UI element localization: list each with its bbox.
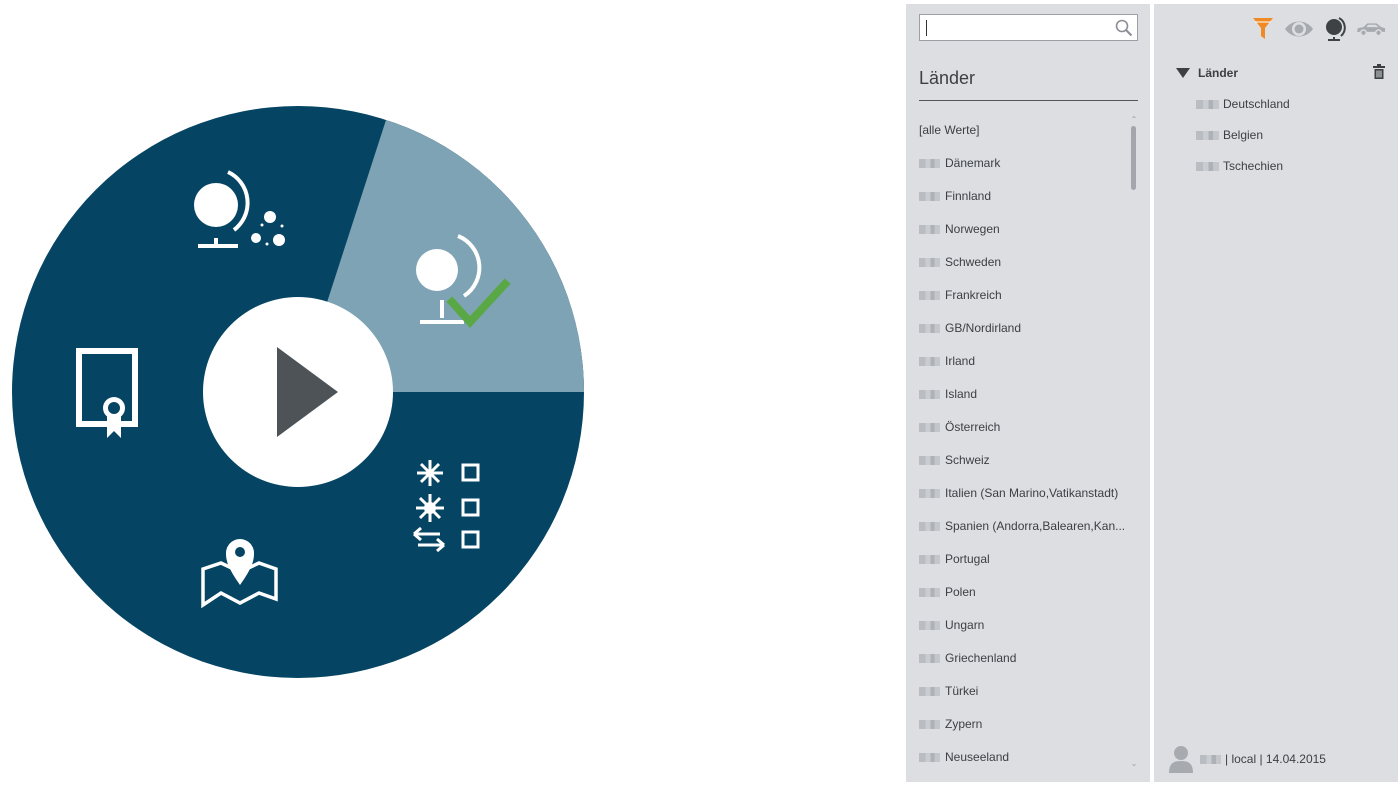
selected-item[interactable]: Deutschland	[1196, 94, 1290, 114]
list-item-label: Portugal	[945, 552, 990, 566]
toolbar	[1248, 14, 1386, 44]
selected-item[interactable]: Belgien	[1196, 125, 1263, 145]
selected-item-label: Tschechien	[1223, 159, 1284, 173]
status-footer: | local | 14.04.2015	[1168, 744, 1326, 774]
list-item[interactable]: Neuseeland	[919, 747, 1129, 767]
flag-icon	[919, 488, 940, 498]
list-item[interactable]: Irland	[919, 351, 1129, 371]
list-item-label: Neuseeland	[945, 750, 1010, 764]
title-divider	[919, 100, 1138, 101]
flag-icon	[919, 587, 940, 597]
flag-icon	[1196, 130, 1219, 140]
flag-icon	[919, 158, 940, 168]
filter-button[interactable]	[1248, 14, 1278, 44]
vehicle-button[interactable]	[1356, 14, 1386, 44]
selection-panel: Länder Deutschland Belgien Tschechien | lo…	[1154, 4, 1398, 782]
user-name-redacted	[1200, 754, 1221, 764]
search-box	[919, 14, 1138, 41]
flag-icon	[919, 521, 940, 531]
search-icon[interactable]	[1115, 19, 1133, 37]
list-item[interactable]: Polen	[919, 582, 1129, 602]
flag-icon	[919, 389, 940, 399]
list-item[interactable]: Norwegen	[919, 219, 1129, 239]
list-item-label: Schweiz	[945, 453, 990, 467]
flag-icon	[919, 752, 940, 762]
country-list: [alle Werte] Dänemark Finnland Norwegen Schw…	[919, 114, 1129, 779]
list-item-label: Finnland	[945, 189, 992, 203]
selected-item[interactable]: Tschechien	[1196, 156, 1283, 176]
globe-button[interactable]	[1320, 14, 1350, 44]
list-item[interactable]: Portugal	[919, 549, 1129, 569]
flag-icon	[919, 653, 940, 663]
list-item-label: Spanien (Andorra,Balearen,Kan...	[945, 519, 1126, 533]
list-item-label: GB/Nordirland	[945, 321, 1022, 335]
group-header: Länder	[1176, 64, 1386, 82]
flag-icon	[919, 554, 940, 564]
search-input[interactable]	[924, 18, 1104, 37]
flag-icon	[919, 191, 940, 201]
list-item[interactable]: Ungarn	[919, 615, 1129, 635]
car-icon	[1356, 23, 1386, 37]
list-item-label: Dänemark	[945, 156, 1001, 170]
list-item[interactable]: Türkei	[919, 681, 1129, 701]
list-item-label: Schweden	[945, 255, 1002, 269]
view-button[interactable]	[1284, 14, 1314, 44]
list-item-label: Island	[945, 387, 978, 401]
scroll-down-arrow-icon[interactable]: ⌄	[1130, 760, 1138, 768]
footer-status-text: | local | 14.04.2015	[1225, 752, 1326, 766]
list-item[interactable]: Schweiz	[919, 450, 1129, 470]
flag-icon	[919, 323, 940, 333]
list-item-label: Polen	[945, 585, 976, 599]
scroll-up-arrow-icon[interactable]: ⌃	[1130, 116, 1138, 124]
list-item-label: Griechenland	[945, 651, 1017, 665]
list-item-label: Zypern	[945, 717, 983, 731]
flag-icon	[919, 620, 940, 630]
list-item[interactable]: Zypern	[919, 714, 1129, 734]
user-icon	[1169, 746, 1193, 773]
scroll-thumb[interactable]	[1131, 126, 1136, 190]
globe-icon	[1326, 17, 1346, 41]
list-item[interactable]: Österreich	[919, 417, 1129, 437]
flag-icon	[919, 719, 940, 729]
trash-icon[interactable]	[1372, 64, 1386, 80]
list-item[interactable]: Island	[919, 384, 1129, 404]
eye-icon	[1285, 21, 1313, 37]
list-item-label: Österreich	[945, 420, 1001, 434]
group-title: Länder	[1198, 66, 1239, 80]
list-item[interactable]: Griechenland	[919, 648, 1129, 668]
collapse-triangle-icon[interactable]	[1176, 67, 1190, 79]
list-item[interactable]: Schweden	[919, 252, 1129, 272]
list-item[interactable]: Finnland	[919, 186, 1129, 206]
flag-icon	[919, 356, 940, 366]
flag-icon	[919, 257, 940, 267]
list-item-label: [alle Werte]	[919, 123, 980, 137]
list-item-label: Irland	[945, 354, 976, 368]
list-item[interactable]: Italien (San Marino,Vatikanstadt)	[919, 483, 1129, 503]
flag-icon	[919, 224, 940, 234]
flag-icon	[919, 686, 940, 696]
list-title: Länder	[919, 68, 976, 88]
radial-menu	[12, 106, 584, 678]
list-item-label: Türkei	[945, 684, 979, 698]
flag-icon	[919, 422, 940, 432]
list-item[interactable]: GB/Nordirland	[919, 318, 1129, 338]
filter-icon	[1253, 18, 1273, 39]
list-item-label: Ungarn	[945, 618, 985, 632]
country-list-panel: Länder [alle Werte] Dänemark Finnland Norwe…	[906, 4, 1150, 782]
flag-icon	[919, 455, 940, 465]
list-item[interactable]: Frankreich	[919, 285, 1129, 305]
selected-item-label: Deutschland	[1223, 97, 1290, 111]
flag-icon	[919, 290, 940, 300]
list-item[interactable]: Dänemark	[919, 153, 1129, 173]
list-item[interactable]: Spanien (Andorra,Balearen,Kan...	[919, 516, 1129, 536]
list-item-label: Norwegen	[945, 222, 1000, 236]
list-item-label: Italien (San Marino,Vatikanstadt)	[945, 486, 1119, 500]
flag-icon	[1196, 99, 1219, 109]
list-item-all-values[interactable]: [alle Werte]	[919, 120, 1129, 140]
selected-item-label: Belgien	[1223, 128, 1264, 142]
scrollbar[interactable]: ⌃ ⌄	[1130, 116, 1138, 776]
flag-icon	[1196, 161, 1219, 171]
list-item-label: Frankreich	[945, 288, 1002, 302]
